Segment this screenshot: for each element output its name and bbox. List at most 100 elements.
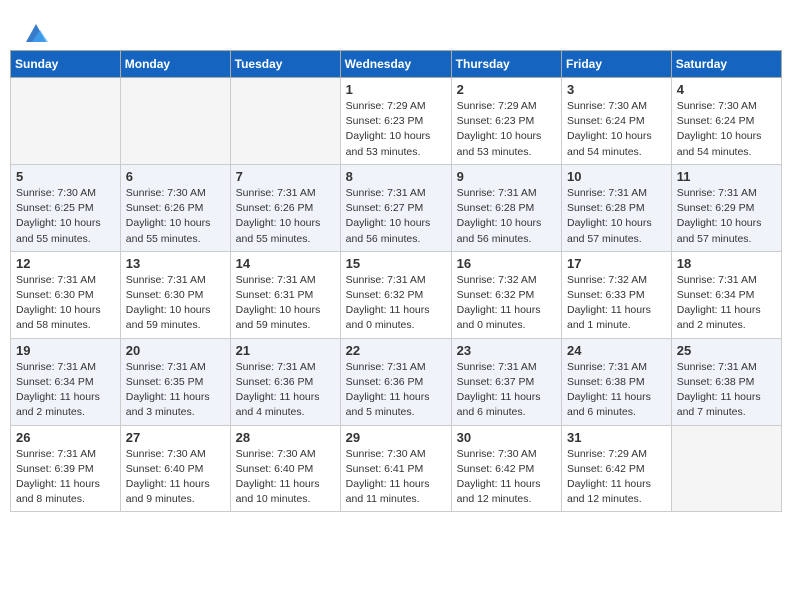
day-number: 30 [457, 430, 556, 445]
calendar-cell [671, 425, 781, 512]
day-info: Sunrise: 7:31 AM Sunset: 6:36 PM Dayligh… [236, 360, 335, 421]
day-number: 1 [346, 82, 446, 97]
day-info: Sunrise: 7:30 AM Sunset: 6:24 PM Dayligh… [677, 99, 776, 160]
calendar-cell: 30 Sunrise: 7:30 AM Sunset: 6:42 PM Dayli… [451, 425, 561, 512]
calendar-week-row: 5Sunrise: 7:30 AM Sunset: 6:25 PM Daylig… [11, 164, 782, 251]
calendar-cell: 19Sunrise: 7:31 AM Sunset: 6:34 PM Dayli… [11, 338, 121, 425]
calendar-cell: 28 Sunrise: 7:30 AM Sunset: 6:40 PM Dayli… [230, 425, 340, 512]
day-info: Sunrise: 7:31 AM Sunset: 6:26 PM Dayligh… [236, 186, 335, 247]
day-info: Sunrise: 7:29 AM Sunset: 6:42 PM Dayligh… [567, 447, 666, 508]
calendar-cell: 18 Sunrise: 7:31 AM Sunset: 6:34 PM Dayli… [671, 251, 781, 338]
day-info: Sunrise: 7:32 AM Sunset: 6:33 PM Dayligh… [567, 273, 666, 334]
day-info: Sunrise: 7:31 AM Sunset: 6:38 PM Dayligh… [567, 360, 666, 421]
calendar-cell: 12Sunrise: 7:31 AM Sunset: 6:30 PM Dayli… [11, 251, 121, 338]
calendar-week-row: 1 Sunrise: 7:29 AM Sunset: 6:23 PM Daylig… [11, 78, 782, 165]
calendar-week-row: 26 Sunrise: 7:31 AM Sunset: 6:39 PM Dayli… [11, 425, 782, 512]
weekday-header: Thursday [451, 51, 561, 78]
day-number: 11 [677, 169, 776, 184]
day-info: Sunrise: 7:31 AM Sunset: 6:39 PM Dayligh… [16, 447, 115, 508]
day-number: 28 [236, 430, 335, 445]
day-info: Sunrise: 7:31 AM Sunset: 6:35 PM Dayligh… [126, 360, 225, 421]
day-number: 26 [16, 430, 115, 445]
day-number: 4 [677, 82, 776, 97]
calendar-cell: 26 Sunrise: 7:31 AM Sunset: 6:39 PM Dayli… [11, 425, 121, 512]
day-number: 7 [236, 169, 335, 184]
calendar-cell: 5Sunrise: 7:30 AM Sunset: 6:25 PM Daylig… [11, 164, 121, 251]
day-number: 21 [236, 343, 335, 358]
day-number: 13 [126, 256, 225, 271]
day-info: Sunrise: 7:31 AM Sunset: 6:28 PM Dayligh… [567, 186, 666, 247]
day-number: 16 [457, 256, 556, 271]
day-info: Sunrise: 7:30 AM Sunset: 6:42 PM Dayligh… [457, 447, 556, 508]
calendar-cell: 27 Sunrise: 7:30 AM Sunset: 6:40 PM Dayli… [120, 425, 230, 512]
day-number: 25 [677, 343, 776, 358]
calendar-week-row: 19Sunrise: 7:31 AM Sunset: 6:34 PM Dayli… [11, 338, 782, 425]
day-number: 2 [457, 82, 556, 97]
calendar-cell: 11 Sunrise: 7:31 AM Sunset: 6:29 PM Dayli… [671, 164, 781, 251]
calendar-cell [230, 78, 340, 165]
day-number: 18 [677, 256, 776, 271]
logo [20, 18, 50, 40]
day-info: Sunrise: 7:30 AM Sunset: 6:40 PM Dayligh… [126, 447, 225, 508]
day-number: 8 [346, 169, 446, 184]
day-info: Sunrise: 7:31 AM Sunset: 6:27 PM Dayligh… [346, 186, 446, 247]
calendar-cell: 22 Sunrise: 7:31 AM Sunset: 6:36 PM Dayli… [340, 338, 451, 425]
day-info: Sunrise: 7:31 AM Sunset: 6:34 PM Dayligh… [677, 273, 776, 334]
calendar-cell: 13 Sunrise: 7:31 AM Sunset: 6:30 PM Dayli… [120, 251, 230, 338]
day-number: 17 [567, 256, 666, 271]
day-number: 20 [126, 343, 225, 358]
weekday-header: Sunday [11, 51, 121, 78]
day-info: Sunrise: 7:30 AM Sunset: 6:26 PM Dayligh… [126, 186, 225, 247]
calendar-cell: 9 Sunrise: 7:31 AM Sunset: 6:28 PM Daylig… [451, 164, 561, 251]
day-number: 29 [346, 430, 446, 445]
calendar-cell: 2 Sunrise: 7:29 AM Sunset: 6:23 PM Daylig… [451, 78, 561, 165]
day-number: 12 [16, 256, 115, 271]
calendar-cell: 1 Sunrise: 7:29 AM Sunset: 6:23 PM Daylig… [340, 78, 451, 165]
day-info: Sunrise: 7:31 AM Sunset: 6:30 PM Dayligh… [126, 273, 225, 334]
weekday-header: Saturday [671, 51, 781, 78]
day-info: Sunrise: 7:31 AM Sunset: 6:28 PM Dayligh… [457, 186, 556, 247]
day-number: 6 [126, 169, 225, 184]
day-info: Sunrise: 7:30 AM Sunset: 6:25 PM Dayligh… [16, 186, 115, 247]
day-info: Sunrise: 7:32 AM Sunset: 6:32 PM Dayligh… [457, 273, 556, 334]
page-header [10, 10, 782, 44]
weekday-header: Tuesday [230, 51, 340, 78]
calendar-cell [11, 78, 121, 165]
calendar-week-row: 12 Sunrise: 7:31 AM Sunset: 6:30 PM Dayli… [11, 251, 782, 338]
calendar-cell: 31Sunrise: 7:29 AM Sunset: 6:42 PM Dayli… [562, 425, 672, 512]
calendar-cell: 16 Sunrise: 7:32 AM Sunset: 6:32 PM Dayli… [451, 251, 561, 338]
calendar-cell: 25Sunrise: 7:31 AM Sunset: 6:38 PM Dayli… [671, 338, 781, 425]
calendar-cell: 20 Sunrise: 7:31 AM Sunset: 6:35 PM Dayli… [120, 338, 230, 425]
day-number: 24 [567, 343, 666, 358]
day-info: Sunrise: 7:31 AM Sunset: 6:36 PM Dayligh… [346, 360, 446, 421]
calendar-cell: 14 Sunrise: 7:31 AM Sunset: 6:31 PM Dayli… [230, 251, 340, 338]
calendar-cell: 8 Sunrise: 7:31 AM Sunset: 6:27 PM Daylig… [340, 164, 451, 251]
weekday-header: Friday [562, 51, 672, 78]
day-number: 19 [16, 343, 115, 358]
day-info: Sunrise: 7:30 AM Sunset: 6:24 PM Dayligh… [567, 99, 666, 160]
day-number: 23 [457, 343, 556, 358]
day-number: 27 [126, 430, 225, 445]
calendar-cell: 10 Sunrise: 7:31 AM Sunset: 6:28 PM Dayli… [562, 164, 672, 251]
calendar-cell: 3 Sunrise: 7:30 AM Sunset: 6:24 PM Daylig… [562, 78, 672, 165]
calendar-cell: 7 Sunrise: 7:31 AM Sunset: 6:26 PM Daylig… [230, 164, 340, 251]
calendar-table: SundayMondayTuesdayWednesdayThursdayFrid… [10, 50, 782, 512]
day-number: 10 [567, 169, 666, 184]
calendar-cell: 23 Sunrise: 7:31 AM Sunset: 6:37 PM Dayli… [451, 338, 561, 425]
day-info: Sunrise: 7:29 AM Sunset: 6:23 PM Dayligh… [457, 99, 556, 160]
day-info: Sunrise: 7:31 AM Sunset: 6:32 PM Dayligh… [346, 273, 446, 334]
day-number: 22 [346, 343, 446, 358]
calendar-cell: 24 Sunrise: 7:31 AM Sunset: 6:38 PM Dayli… [562, 338, 672, 425]
day-info: Sunrise: 7:31 AM Sunset: 6:31 PM Dayligh… [236, 273, 335, 334]
day-info: Sunrise: 7:30 AM Sunset: 6:40 PM Dayligh… [236, 447, 335, 508]
calendar-cell: 6 Sunrise: 7:30 AM Sunset: 6:26 PM Daylig… [120, 164, 230, 251]
calendar-cell: 21 Sunrise: 7:31 AM Sunset: 6:36 PM Dayli… [230, 338, 340, 425]
day-info: Sunrise: 7:31 AM Sunset: 6:37 PM Dayligh… [457, 360, 556, 421]
weekday-header: Monday [120, 51, 230, 78]
day-number: 3 [567, 82, 666, 97]
day-number: 14 [236, 256, 335, 271]
day-info: Sunrise: 7:29 AM Sunset: 6:23 PM Dayligh… [346, 99, 446, 160]
day-number: 9 [457, 169, 556, 184]
day-info: Sunrise: 7:31 AM Sunset: 6:29 PM Dayligh… [677, 186, 776, 247]
calendar-cell [120, 78, 230, 165]
